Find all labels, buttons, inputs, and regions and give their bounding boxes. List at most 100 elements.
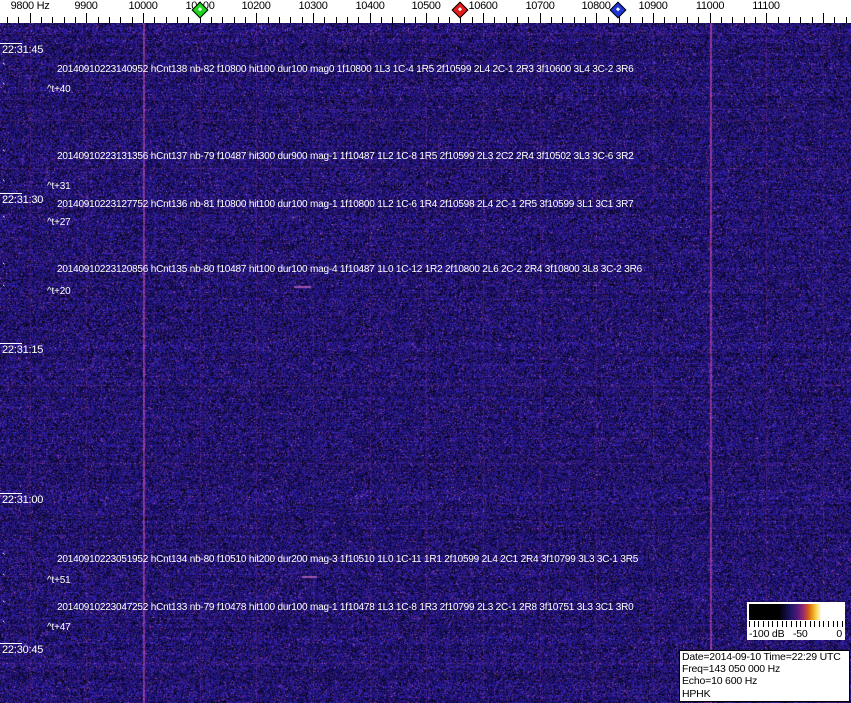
ruler-tick — [75, 17, 76, 23]
ruler-tick — [7, 17, 8, 23]
event-edge-mark: ` — [2, 620, 6, 632]
info-echo-frequency: Echo=10 600 Hz — [682, 675, 849, 687]
frequency-ruler[interactable]: 9800 Hz990010000101001020010300104001050… — [0, 0, 851, 23]
ruler-tick — [664, 17, 665, 23]
ruler-tick — [551, 17, 552, 23]
colorbar-tick — [768, 621, 769, 627]
ruler-tick — [449, 17, 450, 23]
time-offset-label: ^t+27 — [47, 217, 70, 228]
ruler-tick — [438, 17, 439, 23]
ruler-tick — [290, 17, 291, 23]
detection-log-line: 20140910223127752 hCnt136 nb-81 f10800 h… — [57, 199, 633, 210]
colorbar-ticks — [749, 621, 843, 628]
ruler-tick — [846, 17, 847, 23]
ruler-frequency-label: 11100 — [731, 0, 801, 12]
ruler-tick — [585, 17, 586, 23]
ruler-tick — [687, 17, 688, 23]
event-edge-mark: ` — [2, 179, 6, 191]
detection-log-line: 20140910223120856 hCnt135 nb-80 f10487 h… — [57, 264, 642, 275]
marker-center-dot — [616, 7, 620, 11]
colorbar-min-label: -100 dB — [749, 628, 784, 640]
timestamp-label: 22:31:30 — [2, 194, 43, 206]
ruler-tick — [528, 17, 529, 23]
ruler-tick — [596, 13, 597, 23]
ruler-tick — [324, 17, 325, 23]
ruler-tick — [211, 17, 212, 23]
colorbar-mid-label: -50 — [793, 628, 808, 640]
time-offset-label: ^t+47 — [47, 622, 70, 633]
ruler-tick — [154, 17, 155, 23]
timestamp-label: 22:31:00 — [2, 494, 43, 506]
event-edge-mark: ` — [2, 262, 6, 274]
ruler-tick — [789, 17, 790, 23]
detection-log-line: 20140910223051952 hCnt134 nb-80 f10510 h… — [57, 554, 638, 565]
colorbar-tick — [805, 621, 806, 627]
marker-center-dot — [458, 7, 462, 11]
ruler-tick — [336, 17, 337, 23]
colorbar-gradient — [749, 604, 843, 620]
ruler-tick — [540, 13, 541, 23]
ruler-tick — [415, 17, 416, 23]
ruler-tick — [800, 17, 801, 23]
ruler-tick — [472, 17, 473, 23]
time-offset-label: ^t+31 — [47, 181, 70, 192]
ruler-tick — [177, 17, 178, 23]
ruler-tick — [120, 17, 121, 23]
colorbar-tick — [772, 621, 773, 627]
ruler-tick — [30, 13, 31, 23]
ruler-tick — [358, 17, 359, 23]
ruler-tick — [245, 17, 246, 23]
ruler-tick — [188, 17, 189, 23]
colorbar-max-label: 0 — [836, 628, 842, 640]
spectrogram-canvas[interactable] — [0, 23, 851, 703]
colorbar-tick — [758, 621, 759, 627]
ruler-tick — [86, 13, 87, 23]
ruler-tick — [653, 13, 654, 23]
ruler-tick — [517, 17, 518, 23]
detection-log-line: 20140910223047252 hCnt133 nb-79 f10478 h… — [57, 602, 633, 613]
ruler-tick — [313, 13, 314, 23]
ruler-tick — [426, 13, 427, 23]
ruler-tick — [642, 17, 643, 23]
ruler-tick — [41, 17, 42, 23]
ruler-tick — [132, 17, 133, 23]
ruler-tick — [166, 17, 167, 23]
event-edge-mark: ` — [2, 149, 6, 161]
ruler-tick — [710, 13, 711, 23]
status-info-box: Date=2014-09-10 Time=22:29 UTC Freq=143 … — [679, 650, 850, 702]
colorbar-tick — [814, 621, 815, 627]
colorbar-tick — [749, 621, 750, 627]
ruler-tick — [676, 17, 677, 23]
info-date-time: Date=2014-09-10 Time=22:29 UTC — [682, 651, 849, 663]
marker-center-dot — [198, 7, 202, 11]
ruler-tick — [721, 17, 722, 23]
ruler-tick — [109, 17, 110, 23]
colorbar-tick — [837, 621, 838, 627]
ruler-tick — [381, 17, 382, 23]
ruler-tick — [834, 17, 835, 23]
event-edge-mark: ` — [2, 552, 6, 564]
time-offset-label: ^t+40 — [47, 84, 70, 95]
colorbar-tick — [842, 621, 843, 627]
event-edge-mark: ` — [2, 573, 6, 585]
event-edge-mark: ` — [2, 284, 6, 296]
ruler-tick — [18, 17, 19, 23]
info-station-id: HPHK — [682, 688, 849, 700]
colorbar-tick — [810, 621, 811, 627]
colorbar-tick — [763, 621, 764, 627]
ruler-tick — [279, 17, 280, 23]
ruler-tick — [370, 13, 371, 23]
ruler-tick — [732, 17, 733, 23]
ruler-tick — [143, 13, 144, 23]
ruler-tick — [256, 13, 257, 23]
colorbar-tick — [819, 621, 820, 627]
timestamp-label: 22:31:15 — [2, 344, 43, 356]
ruler-tick — [404, 17, 405, 23]
event-edge-mark: ` — [2, 62, 6, 74]
info-frequency: Freq=143 050 000 Hz — [682, 663, 849, 675]
timestamp-label: 22:30:45 — [2, 644, 43, 656]
event-edge-mark: ` — [2, 215, 6, 227]
colorbar-panel: -100 dB -50 0 — [747, 602, 845, 640]
ruler-tick — [234, 17, 235, 23]
colorbar-tick — [777, 621, 778, 627]
